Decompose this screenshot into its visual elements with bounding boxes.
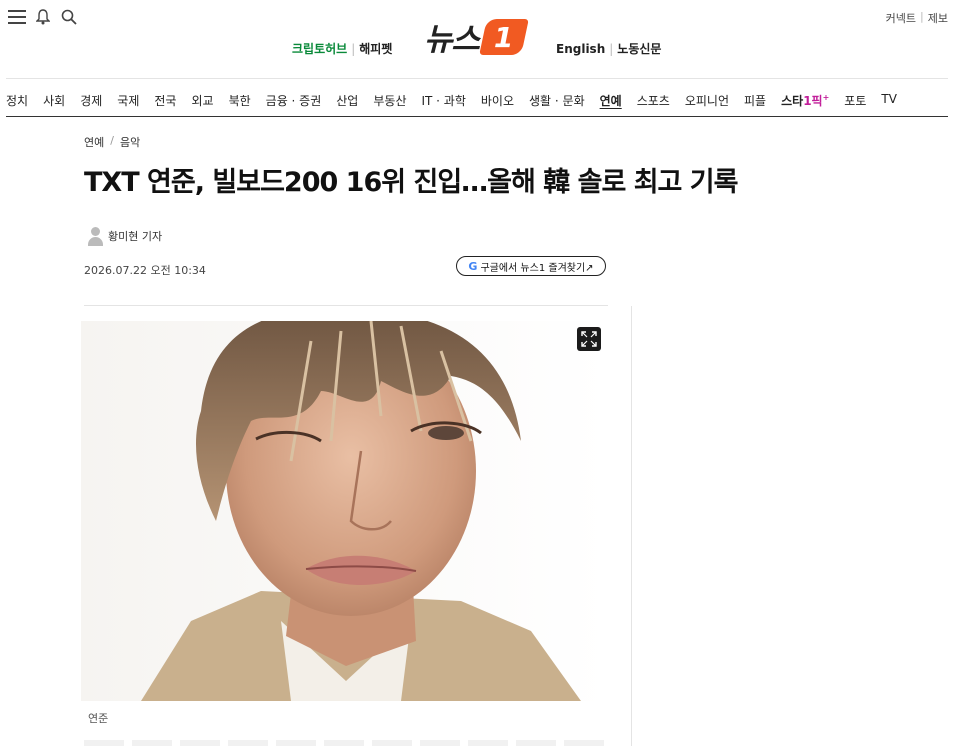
nav-divider [6,116,948,117]
nav-item-politics[interactable]: 정치 [6,92,28,109]
header-divider [6,78,948,79]
google-favorite-label: 구글에서 뉴스1 즐겨찾기↗ [480,262,594,274]
star-pick-plus: + [822,93,830,102]
nav-item-north-korea[interactable]: 북한 [229,92,251,109]
breadcrumb-section[interactable]: 연예 [84,134,104,150]
byline: 황미현 기자 [86,226,162,246]
nav-item-diplomacy[interactable]: 외교 [191,92,213,109]
publish-date: 2026.07.22 오전 10:34 [84,264,206,277]
nav-item-world[interactable]: 국제 [117,92,139,109]
divider: | [609,41,614,56]
article-divider [84,305,608,306]
google-icon: G [468,259,478,273]
nav-item-society[interactable]: 사회 [43,92,65,109]
star-pick-prefix: 스타 [781,94,804,108]
star-pick-suffix: 1픽 [803,94,823,108]
divider: | [920,10,924,23]
nav-item-it-science[interactable]: IT · 과학 [421,92,465,109]
nav-item-sports[interactable]: 스포츠 [637,92,670,109]
nav-item-star-pick[interactable]: 스타1픽+ [781,92,829,109]
reporter-name[interactable]: 황미현 기자 [108,228,162,244]
rodong-link[interactable]: 노동신문 [617,40,661,57]
nav-item-opinion[interactable]: 오피니언 [685,92,729,109]
article-body-preview [84,740,608,746]
crypto-hub-link[interactable]: 크립토허브 [292,40,347,57]
article-headline: TXT 연준, 빌보드200 16위 진입…올해 韓 솔로 최고 기록 [84,167,738,198]
main-nav: 정치 사회 경제 국제 전국 외교 북한 금융 · 증권 산업 부동산 IT ·… [6,92,912,109]
nav-item-bio[interactable]: 바이오 [481,92,514,109]
breadcrumb-separator: / [110,134,114,147]
nav-item-entertainment[interactable]: 연예 [600,92,622,109]
nav-item-real-estate[interactable]: 부동산 [373,92,406,109]
connect-link[interactable]: 커넥트 [886,10,916,26]
nav-item-industry[interactable]: 산업 [336,92,358,109]
sidebar-divider [631,306,632,746]
util-links: 커넥트 | 제보 [886,10,948,26]
page: 커넥트 | 제보 크립토허브 | 해피펫 뉴스 1 English | 노동신문… [0,0,962,746]
nav-item-tv[interactable]: TV [881,92,897,109]
portrait-illustration [81,321,608,701]
news1-logo[interactable]: 뉴스 1 [424,14,529,59]
photo-caption: 연준 [88,712,109,725]
expand-icon [581,331,597,347]
breadcrumb: 연예 / 음악 [84,134,140,150]
nav-item-national[interactable]: 전국 [154,92,176,109]
expand-photo-button[interactable] [577,327,601,351]
search-icon[interactable] [60,8,78,26]
divider: | [351,41,356,56]
nav-item-photo[interactable]: 포토 [844,92,866,109]
menu-icon[interactable] [8,8,26,26]
nav-item-economy[interactable]: 경제 [80,92,102,109]
header-icons [8,8,78,26]
report-link[interactable]: 제보 [928,10,948,26]
google-favorite-button[interactable]: G 구글에서 뉴스1 즐겨찾기↗ [456,256,606,276]
nav-item-finance[interactable]: 금융 · 증권 [266,92,322,109]
service-links: 크립토허브 | 해피펫 [292,40,392,57]
nav-item-life-culture[interactable]: 생활 · 문화 [529,92,585,109]
breadcrumb-subsection[interactable]: 음악 [120,134,140,150]
happypet-link[interactable]: 해피펫 [359,40,392,57]
article-photo[interactable] [81,321,608,701]
lang-links: English | 노동신문 [556,40,661,57]
nav-item-people[interactable]: 피플 [744,92,766,109]
bell-icon[interactable] [34,8,52,26]
logo-text: 뉴스 [424,22,480,58]
logo-badge: 1 [479,18,529,55]
reporter-avatar-icon [86,226,104,246]
english-link[interactable]: English [556,42,605,56]
logo-badge-number: 1 [494,20,514,53]
